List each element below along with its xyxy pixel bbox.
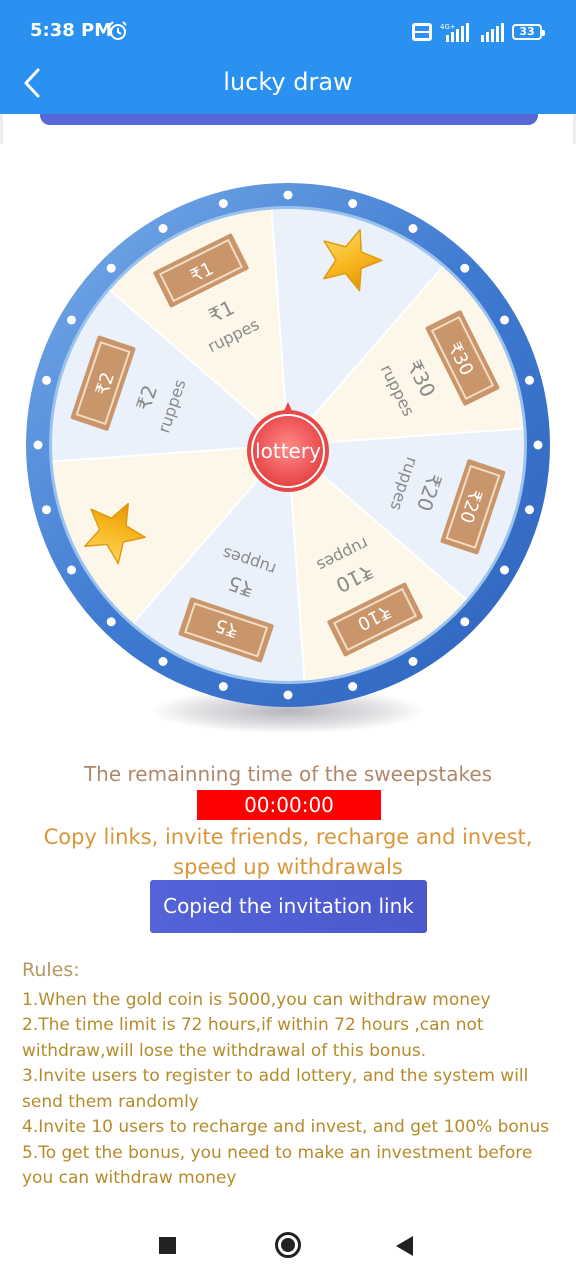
lottery-label: lottery (255, 439, 321, 463)
wheel-light (408, 657, 418, 666)
wheel-light (533, 440, 543, 450)
wheel-light (525, 375, 534, 385)
wheel-light (348, 199, 358, 208)
back-button[interactable] (396, 1236, 413, 1256)
wheel-light (500, 565, 509, 575)
rule-item: 2.The time limit is 72 hours,if within 7… (22, 1015, 484, 1061)
wheel-light (460, 263, 470, 273)
status-time: 5:38 PM (30, 20, 113, 41)
signal-4g-icon: 4G+ (440, 23, 469, 42)
wheel-light (106, 617, 116, 627)
wheel-light (348, 682, 358, 691)
home-button[interactable] (275, 1232, 301, 1258)
rule-item: 5.To get the bonus, you need to make an … (22, 1142, 533, 1189)
status-bar: 5:38 PM 4G+ 33 (0, 0, 576, 62)
countdown-timer: 00:00:00 (197, 790, 381, 820)
wheel-light (283, 690, 293, 700)
rule-item: 4.Invite 10 users to recharge and invest… (22, 1117, 550, 1137)
rule-item: 3.Invite users to register to add lotter… (22, 1066, 529, 1112)
wheel-light (283, 190, 293, 200)
wheel-light (67, 565, 76, 575)
wheel-light (500, 315, 509, 325)
wheel-light (218, 682, 228, 691)
wheel-light (67, 315, 76, 325)
copy-invitation-link-button[interactable]: Copied the invitation link (150, 880, 427, 933)
wheel-light (460, 617, 470, 627)
rule-item: 1.When the gold coin is 5000,you can wit… (22, 989, 491, 1010)
lucky-wheel: ₹30 ₹30 ruppes ₹20 ₹20 ruppes ₹10 ₹10 ruppes ₹5 ₹5… (0, 180, 576, 740)
signal-icon (481, 23, 504, 42)
network-type: 4G+ (440, 23, 456, 31)
battery-icon: 33 (512, 24, 545, 40)
wheel-light (158, 224, 168, 233)
rules-section: Rules: 1.When the gold coin is 5000,you … (22, 958, 554, 1192)
wheel-light (33, 440, 43, 450)
status-icons: 4G+ 33 (412, 21, 545, 43)
alarm-icon (109, 21, 127, 40)
app-header: 5:38 PM 4G+ 33 lucky draw (0, 0, 576, 114)
wheel-light (42, 375, 51, 385)
nav-bar: lucky draw (0, 62, 576, 114)
wheel-light (158, 657, 168, 666)
volte-icon (412, 23, 432, 41)
page-title: lucky draw (223, 68, 353, 96)
wheel-graphic: ₹30₹30ruppes₹20₹20ruppes₹10₹10ruppes₹5₹5… (26, 183, 550, 707)
system-nav-bar (0, 1220, 576, 1270)
wheel-light (218, 199, 228, 208)
remaining-time-title: The remainning time of the sweepstakes (83, 762, 493, 786)
left-edge (0, 114, 3, 144)
wheel-light (42, 505, 51, 515)
invite-description: Copy links, invite friends, recharge and… (43, 825, 533, 879)
wheel-light (106, 263, 116, 273)
wheel-light (408, 224, 418, 233)
wheel-light (525, 505, 534, 515)
top-banner-strip (40, 114, 538, 125)
rules-heading: Rules: (22, 959, 80, 981)
recent-apps-button[interactable] (159, 1237, 176, 1254)
